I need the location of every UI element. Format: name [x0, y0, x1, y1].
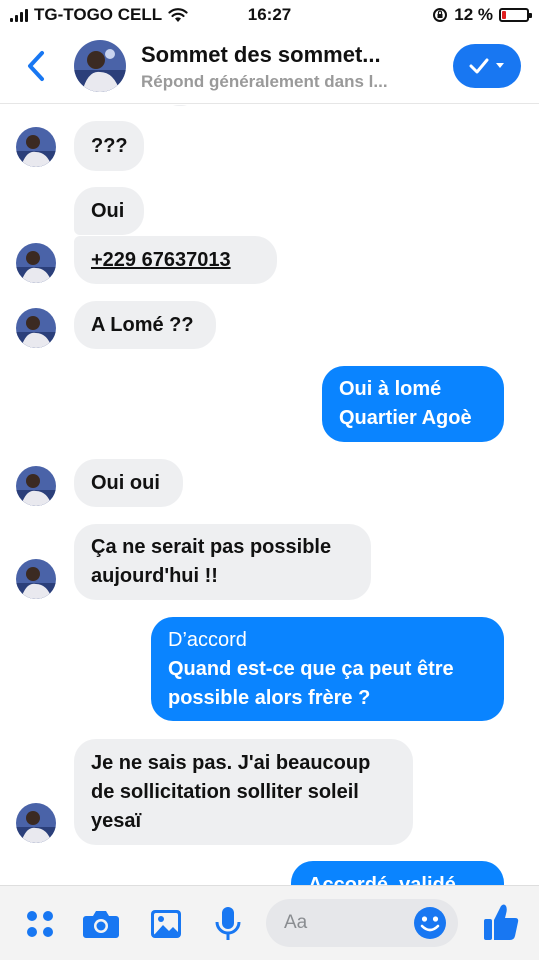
message-text: yesaï — [91, 809, 142, 832]
contact-name: Sommet des sommet... — [141, 42, 381, 67]
phone-number-link[interactable]: +229 67637013 — [91, 246, 260, 275]
message-text: Accordé, validé — [308, 874, 456, 885]
contact-avatar[interactable] — [74, 40, 126, 92]
back-chevron-icon[interactable] — [22, 48, 52, 84]
status-right: 12 % — [432, 5, 532, 25]
message-bubble-outgoing[interactable]: Oui à lomé Quartier Agoè — [322, 366, 504, 442]
emoji-icon[interactable] — [413, 906, 447, 940]
response-time-status: Répond généralement dans l... — [141, 72, 388, 91]
chevron-down-icon — [496, 63, 504, 68]
message-text: D’accord — [168, 628, 247, 651]
status-bar: TG-TOGO CELL 16:27 12 % — [0, 0, 539, 30]
composer-bar — [0, 885, 539, 960]
message-text: Ça ne serait pas possible — [91, 536, 332, 558]
message-text: Oui oui — [91, 471, 160, 494]
message-bubble[interactable]: Ça ne serait pas possible aujourd'hui !! — [74, 524, 371, 600]
message-text: Oui à lomé — [339, 378, 442, 400]
thumbs-up-icon[interactable] — [479, 900, 523, 944]
message-bubble-outgoing[interactable]: Accordé, validé — [291, 861, 504, 885]
message-bubble-partial — [163, 105, 197, 106]
battery-percent: 12 % — [454, 5, 493, 24]
message-bubble[interactable]: Je ne sais pas. J'ai beaucoup de sollici… — [74, 739, 413, 845]
battery-icon — [499, 8, 532, 22]
message-bubble[interactable]: Oui oui — [74, 459, 183, 507]
rotation-lock-icon — [433, 8, 448, 22]
sender-avatar — [16, 127, 56, 167]
message-bubble[interactable]: A Lomé ?? — [74, 301, 216, 349]
conversation-header: Sommet des sommet... Répond généralement… — [0, 30, 539, 104]
message-thread[interactable]: ??? Oui +229 67637013 A Lomé ?? Oui à lo… — [0, 105, 539, 885]
message-text: Oui — [91, 199, 125, 222]
check-icon — [469, 58, 489, 74]
message-text: Quartier Agoè — [339, 407, 472, 429]
sender-avatar — [16, 243, 56, 283]
message-text: A Lomé ?? — [91, 313, 194, 336]
check-dropdown-button[interactable] — [453, 44, 521, 88]
camera-icon[interactable] — [81, 904, 121, 944]
message-bubble[interactable]: ??? — [74, 121, 144, 171]
image-icon[interactable] — [146, 904, 186, 944]
message-text: Je ne sais pas. J'ai beaucoup — [91, 751, 371, 774]
message-input[interactable] — [284, 899, 404, 947]
sender-avatar — [16, 559, 56, 599]
message-bubble[interactable]: Oui — [74, 187, 144, 235]
message-bubble[interactable]: +229 67637013 — [74, 236, 277, 284]
message-bubble-outgoing[interactable]: D’accord Quand est-ce que ça peut être p… — [151, 617, 504, 721]
sender-avatar — [16, 308, 56, 348]
message-text: Quand est-ce que ça peut être — [168, 657, 454, 680]
message-input-field[interactable] — [266, 899, 458, 947]
microphone-icon[interactable] — [208, 904, 248, 944]
sender-avatar — [16, 466, 56, 506]
sender-avatar — [16, 803, 56, 843]
apps-grid-icon[interactable] — [20, 904, 60, 944]
message-text: aujourd'hui !! — [91, 565, 218, 587]
message-text: possible alors frère ? — [168, 686, 371, 709]
message-text: de sollicitation solliter soleil — [91, 780, 359, 803]
message-text: ??? — [91, 134, 128, 157]
